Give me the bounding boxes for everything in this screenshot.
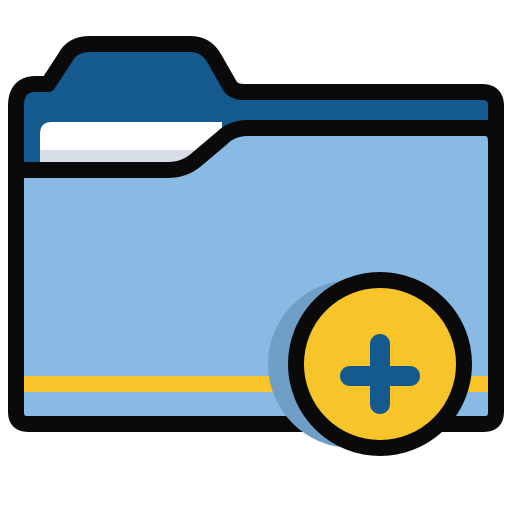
add-folder-icon-canvas xyxy=(0,0,512,512)
add-folder-icon xyxy=(8,36,504,456)
